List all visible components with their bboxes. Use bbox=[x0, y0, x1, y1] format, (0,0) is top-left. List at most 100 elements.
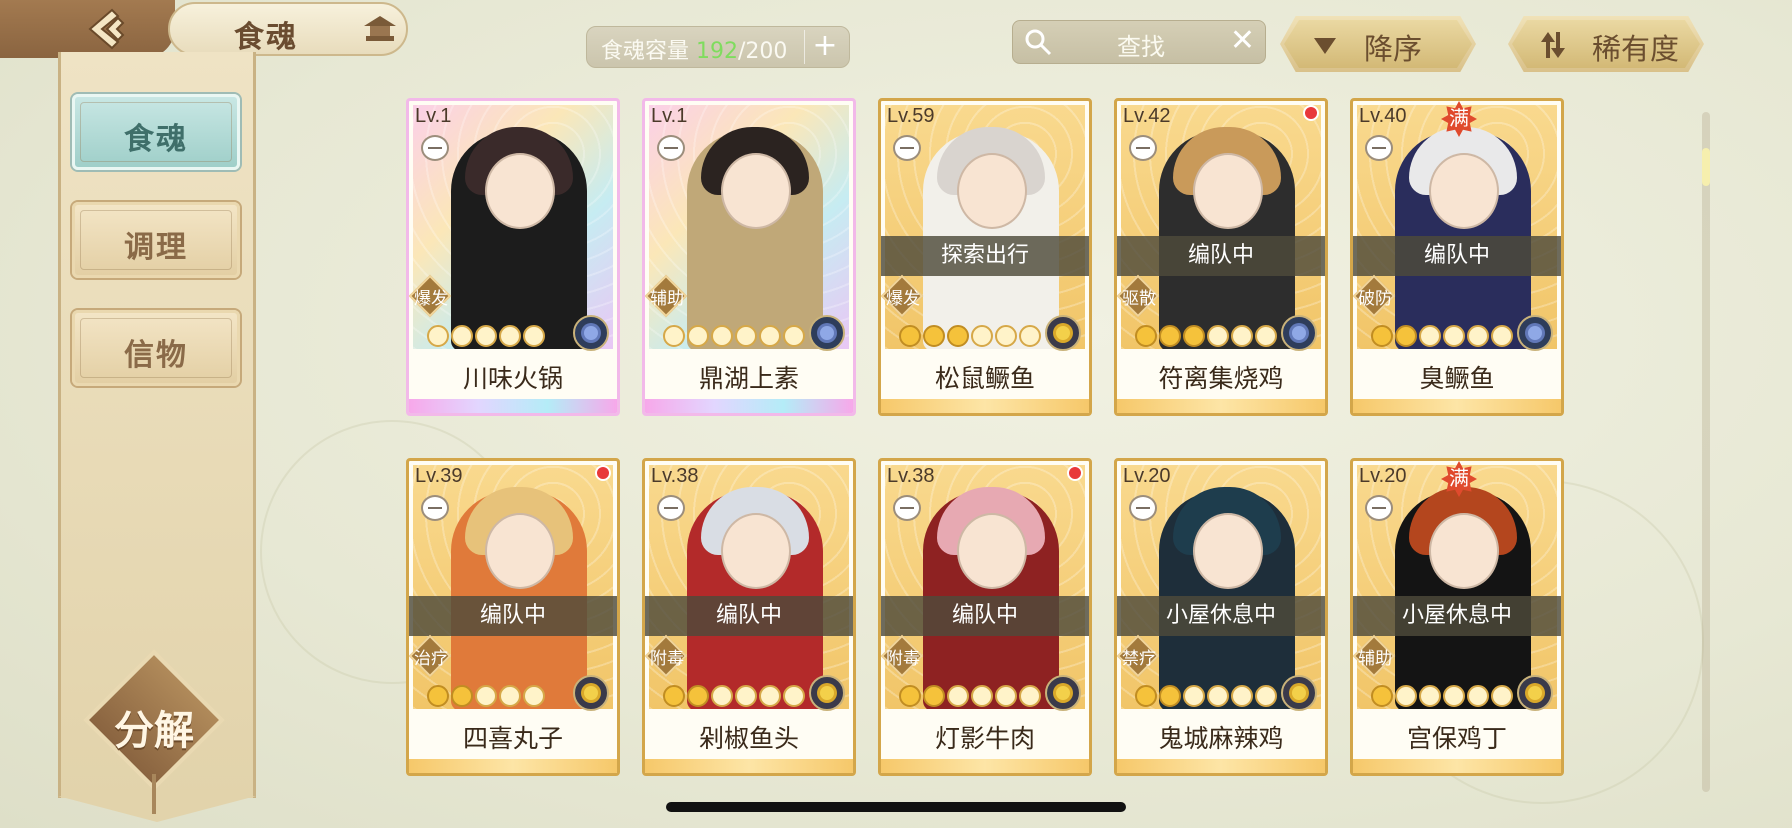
flower-emblem-icon bbox=[1281, 315, 1317, 351]
scrollbar-thumb[interactable] bbox=[1702, 148, 1710, 186]
magnifier-icon bbox=[1023, 27, 1053, 57]
expression-icon bbox=[893, 495, 921, 521]
character-face bbox=[1193, 153, 1263, 229]
expression-icon bbox=[657, 135, 685, 161]
food-soul-card[interactable]: Lv.59 探索出行 爆发 松鼠鳜鱼 bbox=[878, 98, 1092, 416]
expression-icon bbox=[1365, 495, 1393, 521]
sort-by-button[interactable]: 稀有度 bbox=[1508, 16, 1704, 72]
sidebar-item-label: 信物 bbox=[124, 338, 188, 373]
card-level: Lv.20 bbox=[1359, 465, 1407, 487]
card-bottom-strip bbox=[645, 399, 853, 413]
sidebar-item-token[interactable]: 信物 bbox=[72, 310, 240, 386]
expression-icon bbox=[1365, 135, 1393, 161]
character-face bbox=[721, 513, 791, 589]
star-icon bbox=[1135, 685, 1157, 707]
star-icon bbox=[947, 685, 969, 707]
character-face bbox=[957, 153, 1027, 229]
pagoda-icon[interactable] bbox=[362, 14, 398, 44]
star-icon bbox=[1419, 325, 1441, 347]
star-icon bbox=[1443, 325, 1465, 347]
star-icon bbox=[499, 325, 521, 347]
star-icon bbox=[971, 325, 993, 347]
sidebar-item-label: 食魂 bbox=[124, 122, 188, 157]
star-icon bbox=[427, 325, 449, 347]
star-icon bbox=[1467, 685, 1489, 707]
clear-search-button[interactable]: ✕ bbox=[1230, 23, 1255, 58]
food-soul-card[interactable]: Lv.40 编队中 破防 臭鳜鱼满 bbox=[1350, 98, 1564, 416]
star-icon bbox=[1395, 325, 1417, 347]
card-name: 宫保鸡丁 bbox=[1406, 724, 1507, 753]
role-label: 辅助 bbox=[1358, 649, 1392, 669]
star-icon bbox=[1207, 325, 1229, 347]
sidebar-item-food-soul[interactable]: 食魂 bbox=[72, 94, 240, 170]
star-icon bbox=[1467, 325, 1489, 347]
star-icon bbox=[523, 685, 545, 707]
star-icon bbox=[783, 685, 805, 707]
expression-icon bbox=[1129, 495, 1157, 521]
sort-order-button[interactable]: 降序 bbox=[1280, 16, 1476, 72]
food-soul-card[interactable]: Lv.38 编队中 附毒 剁椒鱼头 bbox=[642, 458, 856, 776]
role-badge: 辅助 bbox=[645, 274, 693, 318]
expression-icon bbox=[421, 495, 449, 521]
star-rating bbox=[1135, 325, 1277, 347]
decompose-label: 分解 bbox=[114, 708, 194, 754]
flower-emblem-icon bbox=[809, 675, 845, 711]
expression-icon bbox=[1129, 135, 1157, 161]
star-icon bbox=[1443, 685, 1465, 707]
card-status: 编队中 bbox=[881, 596, 1089, 636]
card-bottom-strip bbox=[1353, 759, 1561, 773]
food-soul-card[interactable]: Lv.39 编队中 治疗 四喜丸子 bbox=[406, 458, 620, 776]
star-icon bbox=[711, 685, 733, 707]
star-icon bbox=[427, 685, 449, 707]
character-face bbox=[1429, 513, 1499, 589]
card-level: Lv.20 bbox=[1123, 465, 1171, 487]
flower-emblem-icon bbox=[573, 315, 609, 351]
food-soul-card[interactable]: Lv.20 小屋休息中 辅助 宫保鸡丁满 bbox=[1350, 458, 1564, 776]
star-icon bbox=[971, 685, 993, 707]
role-label: 辅助 bbox=[650, 289, 684, 309]
card-bottom-strip bbox=[409, 399, 617, 413]
character-face bbox=[721, 153, 791, 229]
star-icon bbox=[735, 325, 757, 347]
star-icon bbox=[995, 685, 1017, 707]
add-capacity-button[interactable]: + bbox=[804, 30, 845, 64]
star-icon bbox=[711, 325, 733, 347]
card-level: Lv.38 bbox=[887, 465, 935, 487]
search-field[interactable]: 查找 ✕ bbox=[1012, 20, 1266, 64]
food-soul-card[interactable]: Lv.1 辅助 鼎湖上素 bbox=[642, 98, 856, 416]
scrollbar[interactable] bbox=[1702, 112, 1710, 792]
star-rating bbox=[1371, 325, 1513, 347]
star-icon bbox=[1231, 325, 1253, 347]
back-arrow-icon[interactable] bbox=[88, 8, 134, 50]
card-name: 四喜丸子 bbox=[462, 724, 563, 753]
card-level: Lv.42 bbox=[1123, 105, 1171, 127]
food-soul-card[interactable]: Lv.42 编队中 驱散 符离集烧鸡 bbox=[1114, 98, 1328, 416]
star-icon bbox=[1371, 325, 1393, 347]
food-soul-card[interactable]: Lv.1 爆发 川味火锅 bbox=[406, 98, 620, 416]
character-face bbox=[957, 513, 1027, 589]
capacity-current: 192 bbox=[696, 39, 739, 64]
food-soul-card[interactable]: Lv.38 编队中 附毒 灯影牛肉 bbox=[878, 458, 1092, 776]
star-icon bbox=[523, 325, 545, 347]
star-icon bbox=[1231, 685, 1253, 707]
decompose-button[interactable]: 分解 bbox=[83, 649, 225, 814]
star-icon bbox=[995, 325, 1017, 347]
home-indicator[interactable] bbox=[666, 802, 1126, 812]
role-label: 驱散 bbox=[1122, 289, 1156, 309]
card-bottom-strip bbox=[1117, 759, 1325, 773]
food-soul-card[interactable]: Lv.20 小屋休息中 禁疗 鬼城麻辣鸡 bbox=[1114, 458, 1328, 776]
role-badge: 驱散 bbox=[1117, 274, 1165, 318]
role-badge: 辅助 bbox=[1353, 634, 1401, 678]
star-icon bbox=[759, 685, 781, 707]
star-icon bbox=[1019, 325, 1041, 347]
star-icon bbox=[687, 325, 709, 347]
triangle-down-icon bbox=[1310, 30, 1340, 60]
card-status: 编队中 bbox=[645, 596, 853, 636]
star-icon bbox=[1183, 325, 1205, 347]
card-level: Lv.40 bbox=[1359, 105, 1407, 127]
card-level: Lv.1 bbox=[415, 105, 452, 127]
role-badge: 附毒 bbox=[881, 634, 929, 678]
star-icon bbox=[1255, 685, 1277, 707]
sidebar-item-conditioning[interactable]: 调理 bbox=[72, 202, 240, 278]
top-bar: 食魂 bbox=[0, 0, 420, 60]
